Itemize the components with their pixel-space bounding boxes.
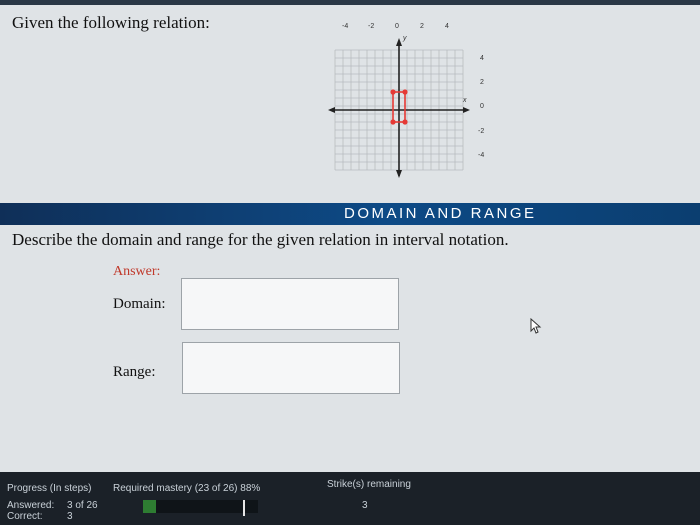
domain-label: Domain: (113, 296, 166, 312)
mastery-label: Required mastery (23 of 26) 88% (113, 483, 261, 494)
progress-label: Progress (In steps) (7, 483, 92, 494)
y-tick-label: -2 (478, 128, 484, 135)
range-input[interactable] (182, 342, 400, 394)
x-tick-label: 4 (445, 23, 449, 30)
y-axis-label: y (402, 35, 407, 42)
relation-point (390, 119, 396, 125)
x-tick-label: 2 (420, 23, 424, 30)
section-banner: DOMAIN AND RANGE (0, 203, 700, 225)
x-tick-label: -2 (368, 23, 374, 30)
x-axis-label: x (462, 97, 467, 104)
strikes-label: Strike(s) remaining (327, 479, 411, 490)
correct-label: Correct: (7, 511, 43, 522)
mastery-progress-bar (143, 500, 258, 516)
y-tick-label: 2 (480, 79, 484, 86)
question-title: Given the following relation: (12, 13, 210, 32)
mastery-progress-fill (143, 500, 157, 513)
instruction-text: Describe the domain and range for the gi… (12, 230, 509, 249)
x-tick-label: 0 (395, 23, 399, 30)
relation-point (402, 89, 408, 95)
y-axis-arrow-down (396, 170, 402, 178)
relation-point (390, 89, 396, 95)
answered-value: 3 of 26 (67, 500, 98, 511)
relation-point (402, 119, 408, 125)
banner-title: DOMAIN AND RANGE (344, 205, 537, 222)
top-strip (0, 0, 700, 5)
y-tick-label: 0 (480, 103, 484, 110)
mastery-threshold-marker (243, 500, 245, 516)
mouse-pointer-icon (530, 318, 542, 334)
correct-value: 3 (67, 511, 73, 522)
y-tick-label: -4 (478, 152, 484, 159)
coordinate-graph: -4 -2 0 2 4 y x 4 2 0 -2 -4 (328, 23, 484, 178)
domain-input[interactable] (181, 278, 399, 330)
x-axis-arrow-left (328, 107, 335, 113)
status-bar: Progress (In steps) Required mastery (23… (0, 472, 700, 525)
answered-label: Answered: (7, 500, 55, 511)
answer-label: Answer: (113, 264, 161, 279)
x-axis-arrow-right (463, 107, 470, 113)
y-tick-label: 4 (480, 55, 484, 62)
range-label: Range: (113, 364, 156, 380)
y-axis-arrow-up (396, 38, 402, 46)
strikes-value: 3 (362, 500, 368, 511)
x-tick-label: -4 (342, 23, 348, 30)
